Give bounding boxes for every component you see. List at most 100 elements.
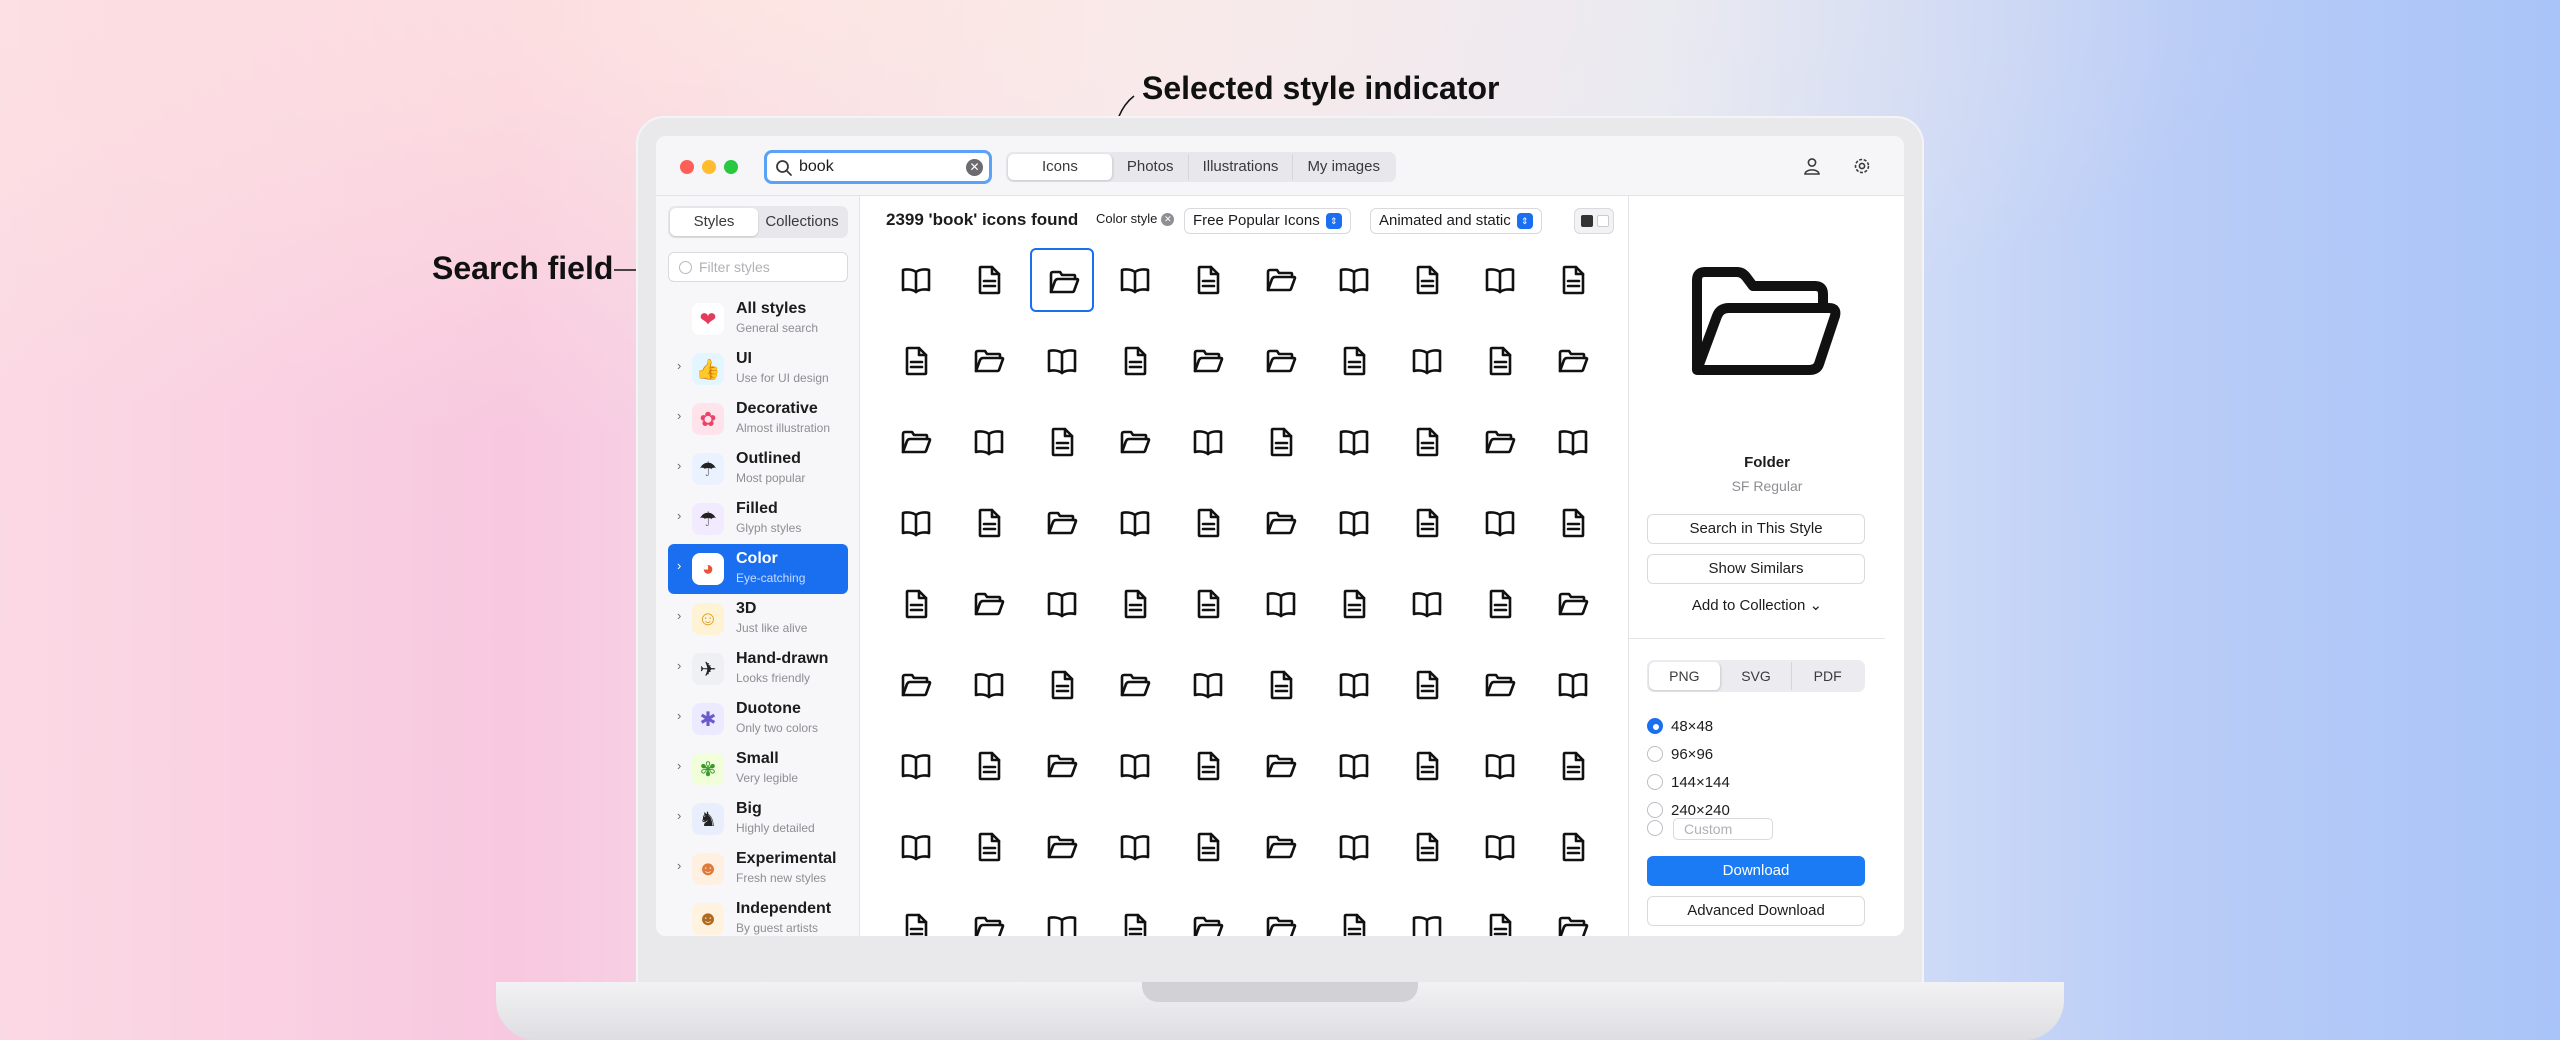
search-in-style-button[interactable]: Search in This Style	[1647, 514, 1865, 544]
advanced-download-button[interactable]: Advanced Download	[1647, 896, 1865, 926]
icon-grid-cell[interactable]	[1322, 248, 1386, 312]
icon-grid-cell[interactable]	[957, 896, 1021, 936]
icon-grid-cell[interactable]	[1541, 734, 1605, 798]
icon-grid-cell[interactable]	[957, 734, 1021, 798]
chevron-right-icon[interactable]: ›	[677, 758, 681, 773]
download-button[interactable]: Download	[1647, 856, 1865, 886]
icon-grid-cell[interactable]	[1249, 896, 1313, 936]
style-item-independent[interactable]: ☻ Independent By guest artists	[668, 894, 848, 936]
size-radio[interactable]	[1647, 718, 1663, 734]
gear-icon[interactable]	[1852, 156, 1872, 176]
icon-grid-cell[interactable]	[1249, 329, 1313, 393]
icon-grid-cell[interactable]	[1176, 896, 1240, 936]
size-radio-custom[interactable]	[1647, 820, 1663, 836]
animation-dropdown[interactable]: Animated and static ⇕	[1370, 208, 1542, 234]
icon-grid-cell[interactable]	[1322, 734, 1386, 798]
icon-grid-cell[interactable]	[1322, 896, 1386, 936]
size-option[interactable]: 96×96	[1647, 746, 1713, 768]
style-item-3d[interactable]: › ☺ 3D Just like alive	[668, 594, 848, 644]
sidebar-tab-collections[interactable]: Collections	[758, 208, 846, 236]
icon-grid-cell[interactable]	[1249, 491, 1313, 555]
person-icon[interactable]	[1802, 156, 1822, 176]
icon-grid-cell[interactable]	[1541, 248, 1605, 312]
icon-grid-cell[interactable]	[957, 815, 1021, 879]
icon-grid-cell[interactable]	[1468, 896, 1532, 936]
add-to-collection-button[interactable]: Add to Collection ⌄	[1629, 596, 1885, 614]
icon-grid-cell[interactable]	[1322, 815, 1386, 879]
format-tab-png[interactable]: PNG	[1649, 662, 1721, 690]
style-item-color[interactable]: › ◕ Color Eye-catching	[668, 544, 848, 594]
style-item-filled[interactable]: › ☂ Filled Glyph styles	[668, 494, 848, 544]
format-tab-svg[interactable]: SVG	[1721, 662, 1793, 690]
license-dropdown[interactable]: Free Popular Icons ⇕	[1184, 208, 1351, 234]
icon-grid-cell[interactable]	[1395, 572, 1459, 636]
size-option[interactable]: 48×48	[1647, 718, 1713, 740]
style-item-duotone[interactable]: › ✱ Duotone Only two colors	[668, 694, 848, 744]
icon-grid-cell[interactable]	[1541, 572, 1605, 636]
icon-grid-cell[interactable]	[884, 896, 948, 936]
icon-grid-cell[interactable]	[1176, 815, 1240, 879]
tab-photos[interactable]: Photos	[1113, 154, 1189, 180]
style-item-all-styles[interactable]: ❤ All styles General search	[668, 294, 848, 344]
search-field[interactable]: ✕	[764, 150, 992, 184]
chevron-right-icon[interactable]: ›	[677, 508, 681, 523]
filter-styles-field[interactable]	[668, 252, 848, 282]
icon-grid-cell[interactable]	[1468, 572, 1532, 636]
minimize-window-button[interactable]	[702, 160, 716, 174]
icon-grid-cell[interactable]	[1030, 572, 1094, 636]
icon-grid-cell[interactable]	[884, 329, 948, 393]
icon-grid-cell[interactable]	[884, 491, 948, 555]
chevron-right-icon[interactable]: ›	[677, 458, 681, 473]
icon-grid-cell[interactable]	[1176, 572, 1240, 636]
icon-grid-cell[interactable]	[1176, 329, 1240, 393]
filter-styles-input[interactable]	[699, 259, 839, 275]
icon-grid-cell[interactable]	[1103, 734, 1167, 798]
chevron-right-icon[interactable]: ›	[677, 658, 681, 673]
light-bg-swatch[interactable]	[1597, 215, 1609, 227]
icon-grid-cell[interactable]	[1030, 410, 1094, 474]
icon-grid-cell[interactable]	[957, 248, 1021, 312]
icon-grid-cell[interactable]	[1541, 329, 1605, 393]
style-item-outlined[interactable]: › ☂ Outlined Most popular	[668, 444, 848, 494]
icon-grid-cell[interactable]	[884, 572, 948, 636]
tab-illustrations[interactable]: Illustrations	[1189, 154, 1294, 180]
icon-grid-cell[interactable]	[1468, 248, 1532, 312]
icon-grid-cell[interactable]	[884, 734, 948, 798]
icon-grid-cell[interactable]	[1103, 329, 1167, 393]
icon-grid-cell[interactable]	[957, 410, 1021, 474]
remove-filter-icon[interactable]: ✕	[1161, 213, 1175, 226]
icon-grid-cell[interactable]	[1249, 572, 1313, 636]
style-item-small[interactable]: › ✾ Small Very legible	[668, 744, 848, 794]
icon-grid-cell[interactable]	[884, 815, 948, 879]
icon-grid-cell[interactable]	[957, 653, 1021, 717]
icon-grid-cell[interactable]	[1176, 248, 1240, 312]
sidebar-tab-styles[interactable]: Styles	[670, 208, 758, 236]
style-item-experimental[interactable]: › ☻ Experimental Fresh new styles	[668, 844, 848, 894]
icon-grid-cell[interactable]	[957, 572, 1021, 636]
icon-grid-cell[interactable]	[1468, 815, 1532, 879]
icon-grid-cell[interactable]	[884, 410, 948, 474]
close-window-button[interactable]	[680, 160, 694, 174]
icon-grid-cell[interactable]	[1395, 815, 1459, 879]
icon-grid-cell[interactable]	[1176, 410, 1240, 474]
style-item-ui[interactable]: › 👍 UI Use for UI design	[668, 344, 848, 394]
icon-grid-cell[interactable]	[884, 653, 948, 717]
chevron-right-icon[interactable]: ›	[677, 558, 681, 573]
icon-grid-cell[interactable]	[1322, 329, 1386, 393]
icon-grid-cell[interactable]	[1322, 410, 1386, 474]
size-option[interactable]: 144×144	[1647, 774, 1730, 796]
icon-grid-cell[interactable]	[1541, 815, 1605, 879]
dark-bg-swatch[interactable]	[1581, 215, 1593, 227]
icon-grid-cell[interactable]	[1468, 734, 1532, 798]
icon-grid-cell[interactable]	[1103, 410, 1167, 474]
search-input[interactable]	[799, 157, 959, 177]
icon-grid-cell[interactable]	[957, 491, 1021, 555]
icon-grid-cell[interactable]	[1322, 653, 1386, 717]
icon-grid-cell[interactable]	[1103, 653, 1167, 717]
size-radio[interactable]	[1647, 774, 1663, 790]
icon-grid-cell[interactable]	[1030, 491, 1094, 555]
chevron-right-icon[interactable]: ›	[677, 608, 681, 623]
icon-grid-cell[interactable]	[1322, 491, 1386, 555]
background-toggle[interactable]	[1574, 208, 1614, 234]
zoom-window-button[interactable]	[724, 160, 738, 174]
